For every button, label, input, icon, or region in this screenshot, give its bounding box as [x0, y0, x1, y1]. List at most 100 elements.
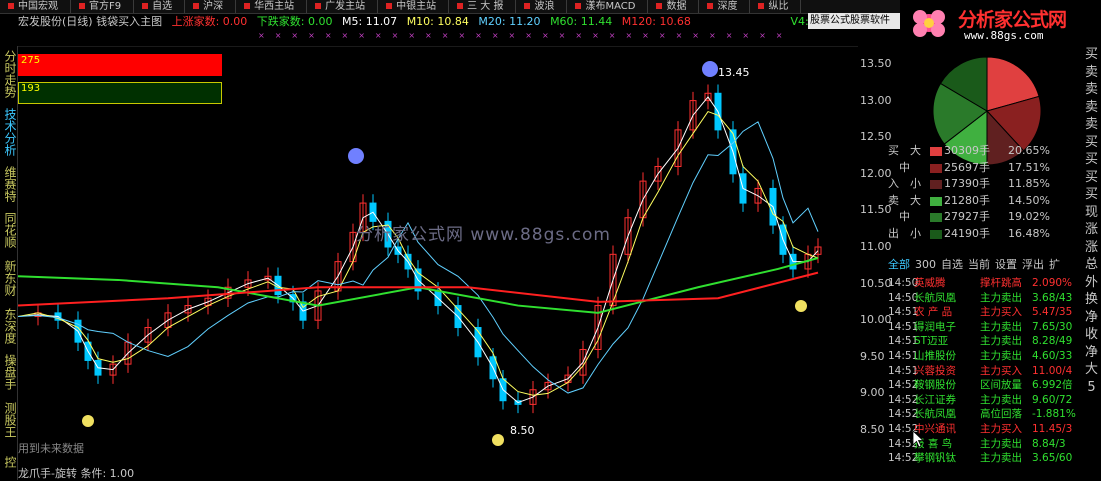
- left-nav-item-4[interactable]: 新东财: [1, 260, 17, 296]
- future-data-label: 用到未来数据: [18, 442, 84, 455]
- alert-tab-3[interactable]: 当前: [968, 258, 990, 271]
- right-label: 买: [1084, 169, 1098, 185]
- flow-row: 中 25697手 17.51%: [888, 160, 1088, 177]
- right-label: 涨: [1084, 222, 1098, 237]
- alert-tab-4[interactable]: 设置: [995, 258, 1017, 271]
- alert-row[interactable]: 14:52 攀钢钒钛 主力卖出 3.65/60: [888, 451, 1082, 466]
- left-nav-item-6[interactable]: 操盘手: [1, 354, 17, 390]
- alert-stock: 攀钢钒钛: [914, 452, 956, 465]
- nav-item-5[interactable]: 广发主站: [307, 0, 379, 13]
- chart-title: 宏发股份(日线) 钱袋买入主图: [18, 15, 163, 28]
- nav-label: 中银主站: [396, 1, 437, 12]
- flower-logo-icon: [913, 10, 945, 37]
- money-bag-icon: [492, 434, 504, 446]
- left-nav-item-1[interactable]: 技术分析: [1, 108, 17, 156]
- flow-label: 卖 大: [888, 193, 921, 207]
- nav-label: 自选: [152, 1, 173, 12]
- flow-amount: 27927手: [944, 210, 990, 223]
- alert-event: 主力买入: [980, 422, 1022, 435]
- left-nav-item-5[interactable]: 东深度: [1, 308, 17, 344]
- left-nav-item-3[interactable]: 同花顺: [1, 212, 17, 248]
- alert-event: 主力卖出: [980, 437, 1022, 450]
- nav-item-10[interactable]: 数据: [648, 0, 700, 13]
- nav-item-2[interactable]: 自选: [134, 0, 186, 13]
- alert-row[interactable]: 14:51 兴蓉投资 主力买入 11.00/4: [888, 364, 1082, 379]
- face-marker-icon: [702, 61, 718, 77]
- nav-dot-icon: [758, 3, 765, 9]
- alert-value: 9.60/72: [1032, 393, 1073, 406]
- alert-stock: 农 产 品: [914, 306, 953, 319]
- alert-row[interactable]: 14:50 英威腾 撑杆跳高 2.090%: [888, 276, 1082, 291]
- nav-item-9[interactable]: 漾布MACD: [567, 0, 649, 13]
- nav-item-6[interactable]: 中银主站: [378, 0, 450, 13]
- nav-label: 深度: [717, 1, 738, 12]
- alert-tabs: 全部 300 自选 当前 设置 浮出扩: [888, 258, 1082, 272]
- right-label: 卖: [1084, 64, 1098, 80]
- alert-stock: 长航凤凰: [914, 291, 956, 304]
- nav-item-4[interactable]: 华西主站: [236, 0, 308, 13]
- nav-item-8[interactable]: 波浪: [516, 0, 568, 13]
- alert-tab-6[interactable]: 扩: [1049, 258, 1060, 271]
- nav-item-12[interactable]: 纵比: [750, 0, 802, 13]
- price-tick: 11.50: [860, 203, 892, 217]
- flow-swatch: [930, 147, 942, 156]
- alert-event: 主力卖出: [980, 335, 1022, 348]
- alert-event: 主力卖出: [980, 291, 1022, 304]
- alert-row[interactable]: 14:51 ST迈亚 主力卖出 8.28/49: [888, 334, 1082, 349]
- watermark: 分析家公式网 www.88gs.com: [356, 225, 611, 245]
- flow-label: 出 小: [888, 226, 921, 240]
- nav-item-0[interactable]: 中国宏观: [0, 0, 71, 13]
- alert-tab-2[interactable]: 自选: [941, 258, 963, 271]
- left-nav-item-2[interactable]: 维赛特: [1, 166, 17, 202]
- alert-row[interactable]: 14:51 得润电子 主力卖出 7.65/30: [888, 320, 1082, 335]
- left-nav-item-7[interactable]: 测股王: [1, 402, 17, 438]
- candlestick-chart[interactable]: [18, 46, 858, 480]
- flow-amount: 30309手: [944, 144, 990, 157]
- flow-percent: 16.48%: [1008, 226, 1050, 240]
- nav-item-3[interactable]: 沪深: [185, 0, 237, 13]
- alert-tab-0[interactable]: 全部: [888, 258, 910, 271]
- nav-dot-icon: [707, 3, 714, 9]
- right-label: 买: [1084, 134, 1098, 150]
- nav-item-7[interactable]: 三 大 报: [449, 0, 517, 13]
- flow-percent: 11.85%: [1008, 177, 1050, 190]
- left-nav-item-8[interactable]: 控: [1, 456, 17, 468]
- alert-event: 主力卖出: [980, 320, 1022, 333]
- nav-item-1[interactable]: 官方F9: [71, 0, 135, 13]
- alert-stock: 兴蓉投资: [914, 364, 956, 377]
- alert-stock: ST迈亚: [914, 335, 949, 348]
- ma5-readout: M5: 11.07: [342, 15, 398, 28]
- alert-row[interactable]: 14:52 长江证券 主力卖出 9.60/72: [888, 393, 1082, 408]
- alert-tab-1[interactable]: 300: [915, 258, 936, 271]
- price-tick: 9.00: [860, 386, 885, 400]
- flow-swatch: [930, 229, 942, 239]
- flow-amount: 24190手: [944, 226, 990, 240]
- alert-row[interactable]: 14:50 长航凤凰 主力卖出 3.68/43: [888, 291, 1082, 306]
- alert-value: 8.84/3: [1032, 437, 1066, 450]
- alert-row[interactable]: 14:52 鞍钢股份 区间放量 6.992倍: [888, 378, 1082, 393]
- alert-tab-5[interactable]: 浮出: [1022, 258, 1044, 271]
- alert-row[interactable]: 14:52 长航凤凰 高位回落 -1.881%: [888, 407, 1082, 422]
- price-tick: 12.00: [860, 166, 892, 180]
- right-label: 大: [1084, 362, 1098, 377]
- nav-item-11[interactable]: 深度: [699, 0, 751, 13]
- ma120-readout: M120: 10.68: [621, 15, 691, 28]
- flow-percent: 19.02%: [1008, 210, 1050, 223]
- price-tick: 10.50: [860, 276, 892, 290]
- left-nav-item-0[interactable]: 分时走势: [1, 50, 17, 98]
- alert-event: 主力卖出: [980, 393, 1022, 406]
- nav-dot-icon: [457, 3, 464, 9]
- nav-label: 沪深: [203, 1, 224, 12]
- flow-amount: 25697手: [944, 160, 990, 174]
- flow-label: 入 小: [888, 177, 921, 190]
- alert-row[interactable]: 14:51 农 产 品 主力买入 5.47/35: [888, 305, 1082, 320]
- right-label: 现: [1084, 204, 1098, 220]
- flow-label: 中: [899, 210, 910, 223]
- alert-value: 11.00/4: [1032, 364, 1073, 377]
- alert-value: 6.992倍: [1032, 379, 1073, 392]
- flow-label: 中: [899, 160, 910, 174]
- flow-row: 出 小 24190手 16.48%: [888, 226, 1088, 243]
- left-nav: 分时走势技术分析维赛特同花顺新东财东深度操盘手测股王控: [0, 46, 18, 480]
- alert-row[interactable]: 14:51 山推股份 主力卖出 4.60/33: [888, 349, 1082, 364]
- up-count: 上涨家数: 0.00: [171, 15, 248, 28]
